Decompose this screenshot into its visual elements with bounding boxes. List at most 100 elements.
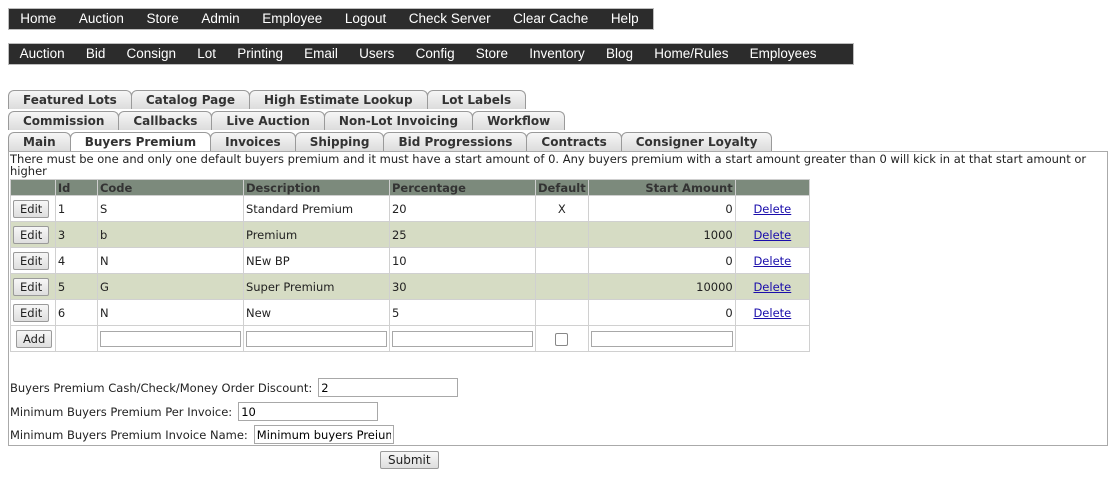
- cell-code: N: [96, 247, 244, 274]
- cell-code: N: [96, 299, 244, 326]
- sub-menu-users[interactable]: Users: [349, 44, 405, 64]
- tab-row-1: Featured Lots Catalog Page High Estimate…: [8, 90, 527, 110]
- cell-id: 5: [54, 273, 98, 300]
- header-description: Description: [242, 179, 390, 196]
- main-menu-clear-cache[interactable]: Clear Cache: [502, 9, 600, 29]
- header-code: Code: [96, 179, 244, 196]
- invoice-name-input[interactable]: [253, 425, 394, 444]
- admin-sub-menu-bar: Auction Bid Consign Lot Printing Email U…: [8, 43, 854, 65]
- submit-button[interactable]: Submit: [380, 451, 439, 469]
- sub-menu-bid[interactable]: Bid: [75, 44, 116, 64]
- tab-workflow[interactable]: Workflow: [472, 111, 566, 130]
- min-per-invoice-input[interactable]: [238, 402, 379, 421]
- invoice-name-label: Minimum Buyers Premium Invoice Name:: [10, 427, 248, 442]
- main-menu-home[interactable]: Home: [9, 9, 68, 29]
- main-menu-store[interactable]: Store: [135, 9, 190, 29]
- tab-contracts[interactable]: Contracts: [526, 132, 622, 151]
- sub-menu-email[interactable]: Email: [294, 44, 349, 64]
- tab-lot-labels[interactable]: Lot Labels: [426, 90, 527, 109]
- sub-menu-store[interactable]: Store: [465, 44, 518, 64]
- new-description-input[interactable]: [245, 330, 387, 347]
- discount-row: Buyers Premium Cash/Check/Money Order Di…: [10, 378, 459, 397]
- delete-link[interactable]: Delete: [753, 306, 791, 320]
- delete-link[interactable]: Delete: [753, 202, 791, 216]
- cell-description: Premium: [242, 221, 390, 248]
- delete-link[interactable]: Delete: [753, 254, 791, 268]
- main-menu-employee[interactable]: Employee: [251, 9, 334, 29]
- edit-button[interactable]: Edit: [13, 199, 50, 218]
- tab-live-auction[interactable]: Live Auction: [211, 111, 325, 130]
- sub-menu-home-rules[interactable]: Home/Rules: [644, 44, 739, 64]
- edit-button[interactable]: Edit: [13, 225, 50, 244]
- cell-code: G: [96, 273, 244, 300]
- cell-start-amount: 0: [587, 195, 736, 222]
- cell-description: NEw BP: [242, 247, 390, 274]
- header-start-amount: Start Amount: [587, 179, 736, 196]
- header-percentage: Percentage: [388, 179, 536, 196]
- add-row: Add: [10, 325, 811, 352]
- table-row: Edit 1 S Standard Premium 20 X 0 Delete: [10, 195, 811, 222]
- cell-id: 6: [54, 299, 98, 326]
- sub-menu-inventory[interactable]: Inventory: [519, 44, 596, 64]
- new-default-checkbox[interactable]: [555, 332, 569, 346]
- tab-non-lot-invoicing[interactable]: Non-Lot Invoicing: [323, 111, 474, 130]
- tab-row-2: Commission Callbacks Live Auction Non-Lo…: [8, 111, 566, 131]
- delete-link[interactable]: Delete: [753, 280, 791, 294]
- sub-menu-lot[interactable]: Lot: [187, 44, 227, 64]
- cell-start-amount: 0: [587, 299, 736, 326]
- delete-link[interactable]: Delete: [753, 228, 791, 242]
- sub-menu-consign[interactable]: Consign: [116, 44, 187, 64]
- header-delete: [734, 179, 811, 196]
- main-menu-bar: Home Auction Store Admin Employee Logout…: [8, 8, 654, 30]
- edit-button[interactable]: Edit: [13, 277, 50, 296]
- new-start-amount-input[interactable]: [590, 330, 733, 347]
- cell-id: 3: [54, 221, 98, 248]
- new-code-input[interactable]: [99, 330, 241, 347]
- new-percentage-input[interactable]: [391, 330, 533, 347]
- min-per-invoice-label: Minimum Buyers Premium Per Invoice:: [10, 404, 233, 419]
- main-menu-admin[interactable]: Admin: [190, 9, 251, 29]
- discount-input[interactable]: [318, 378, 459, 397]
- sub-menu-auction[interactable]: Auction: [9, 44, 75, 64]
- cell-default: [534, 221, 589, 248]
- sub-menu-employees[interactable]: Employees: [739, 44, 827, 64]
- cell-default: X: [534, 195, 589, 222]
- sub-menu-config[interactable]: Config: [405, 44, 465, 64]
- tab-consigner-loyalty[interactable]: Consigner Loyalty: [620, 132, 773, 151]
- cell-description: New: [242, 299, 390, 326]
- tab-buyers-premium[interactable]: Buyers Premium: [69, 132, 212, 152]
- sub-menu-printing[interactable]: Printing: [227, 44, 294, 64]
- add-button[interactable]: Add: [16, 329, 53, 348]
- default-premium-notice: There must be one and only one default b…: [10, 152, 1087, 178]
- table-row: Edit 6 N New 5 0 Delete: [10, 299, 811, 326]
- sub-menu-blog[interactable]: Blog: [595, 44, 643, 64]
- edit-button[interactable]: Edit: [13, 303, 50, 322]
- tab-high-estimate-lookup[interactable]: High Estimate Lookup: [249, 90, 428, 109]
- edit-button[interactable]: Edit: [13, 251, 50, 270]
- cell-default: [534, 299, 589, 326]
- tab-shipping[interactable]: Shipping: [294, 132, 385, 151]
- tab-callbacks[interactable]: Callbacks: [118, 111, 213, 130]
- tab-commission[interactable]: Commission: [8, 111, 120, 130]
- tab-main[interactable]: Main: [8, 132, 71, 151]
- cell-code: b: [96, 221, 244, 248]
- cell-start-amount: 0: [587, 247, 736, 274]
- cell-description: Standard Premium: [242, 195, 390, 222]
- main-menu-check-server[interactable]: Check Server: [398, 9, 502, 29]
- tab-row-3: Main Buyers Premium Invoices Shipping Bi…: [8, 132, 773, 152]
- page: Home Auction Store Admin Employee Logout…: [0, 0, 1120, 482]
- cell-percentage: 5: [388, 299, 536, 326]
- cell-default: [534, 247, 589, 274]
- table-row: Edit 4 N NEw BP 10 0 Delete: [10, 247, 811, 274]
- cell-percentage: 25: [388, 221, 536, 248]
- tab-invoices[interactable]: Invoices: [210, 132, 296, 151]
- table-row: Edit 3 b Premium 25 1000 Delete: [10, 221, 811, 248]
- cell-percentage: 20: [388, 195, 536, 222]
- main-menu-help[interactable]: Help: [600, 9, 650, 29]
- main-menu-auction[interactable]: Auction: [68, 9, 136, 29]
- tab-featured-lots[interactable]: Featured Lots: [8, 90, 132, 109]
- cell-default: [534, 273, 589, 300]
- tab-catalog-page[interactable]: Catalog Page: [130, 90, 250, 109]
- main-menu-logout[interactable]: Logout: [334, 9, 398, 29]
- tab-bid-progressions[interactable]: Bid Progressions: [383, 132, 528, 151]
